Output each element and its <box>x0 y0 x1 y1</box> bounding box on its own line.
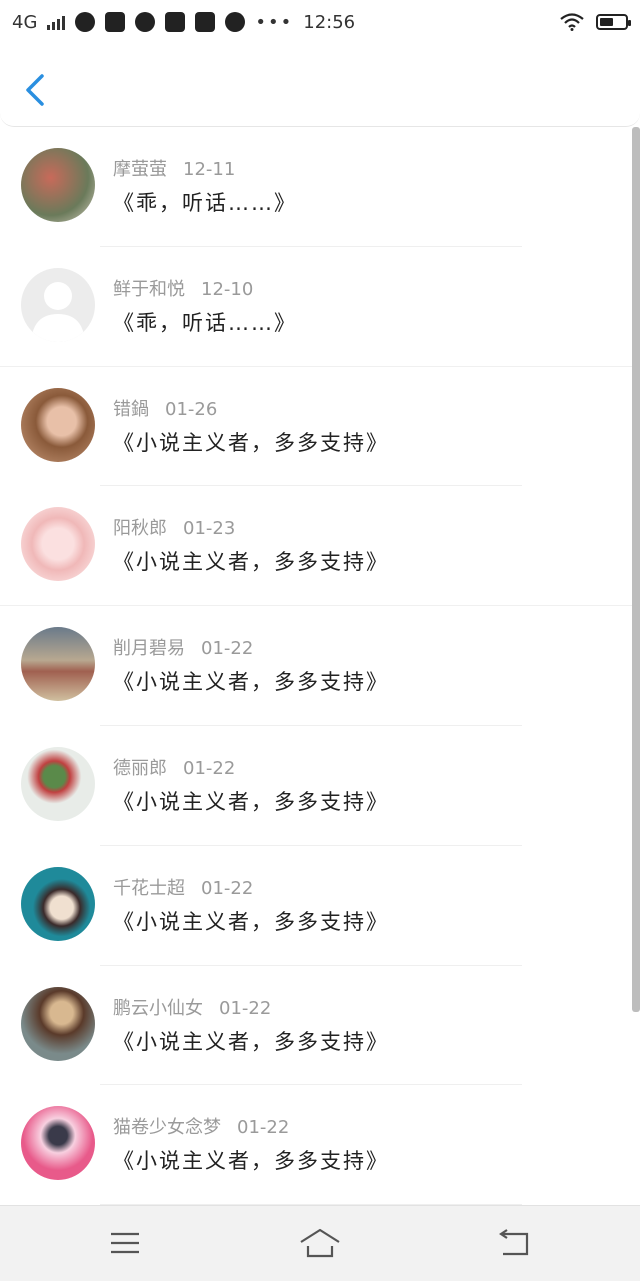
comment-date: 01-22 <box>201 638 254 660</box>
comment-meta: 德丽郎 01-22 <box>113 754 235 780</box>
status-right <box>560 0 631 44</box>
comment-meta: 摩萤萤 12-11 <box>113 155 235 181</box>
user-name[interactable]: 阳秋郎 <box>113 518 167 539</box>
list-item[interactable]: 阳秋郎 01-23 《小说主义者，多多支持》 <box>0 486 632 607</box>
avatar[interactable] <box>21 627 95 702</box>
comment-date: 01-22 <box>219 997 272 1019</box>
list-item[interactable]: 错鍋 01-26 《小说主义者，多多支持》 <box>0 367 632 487</box>
default-avatar-icon <box>31 281 85 342</box>
list-item[interactable]: 德丽郎 01-22 《小说主义者，多多支持》 <box>0 726 632 846</box>
user-name[interactable]: 错鍋 <box>113 399 149 420</box>
comment-text: 《小说主义者，多多支持》 <box>113 789 389 814</box>
comment-date: 01-23 <box>183 518 236 540</box>
comment-text: 《小说主义者，多多支持》 <box>113 430 389 455</box>
avatar[interactable] <box>21 507 95 582</box>
comment-meta: 鲜于和悦 12-10 <box>113 275 253 301</box>
user-name[interactable]: 鹏云小仙女 <box>113 998 203 1019</box>
system-nav-bar <box>0 1205 640 1281</box>
comment-date: 01-22 <box>183 757 236 779</box>
user-name[interactable]: 削月碧易 <box>113 638 185 659</box>
battery-icon <box>596 14 631 30</box>
menu-icon <box>111 1232 139 1254</box>
comment-text: 《小说主义者，多多支持》 <box>113 550 389 575</box>
user-name[interactable]: 德丽郎 <box>113 758 167 779</box>
comment-date: 01-22 <box>201 877 254 899</box>
list-item[interactable]: 削月碧易 01-22 《小说主义者，多多支持》 <box>0 606 632 726</box>
palette-app-icon <box>225 12 246 32</box>
comment-meta: 猫卷少女念梦 01-22 <box>113 1113 289 1139</box>
avatar[interactable] <box>21 148 95 222</box>
list-item[interactable]: 千花士超 01-22 《小说主义者，多多支持》 <box>0 846 632 966</box>
list-item[interactable]: 鲜于和悦 12-10 《乖，听话……》 <box>0 247 632 367</box>
hand-app-icon <box>135 12 156 32</box>
user-name[interactable]: 猫卷少女念梦 <box>113 1117 221 1138</box>
comment-meta: 千花士超 01-22 <box>113 874 253 900</box>
user-name[interactable]: 鲜于和悦 <box>113 279 185 300</box>
app-header <box>0 44 640 127</box>
comment-text: 《小说主义者，多多支持》 <box>113 1149 389 1174</box>
comment-text: 《小说主义者，多多支持》 <box>113 909 389 934</box>
list-item[interactable]: 鹏云小仙女 01-22 《小说主义者，多多支持》 <box>0 966 632 1086</box>
comment-text: 《小说主义者，多多支持》 <box>113 670 389 695</box>
comment-date: 01-22 <box>237 1117 290 1139</box>
comment-date: 01-26 <box>165 398 218 420</box>
comment-meta: 削月碧易 01-22 <box>113 634 253 660</box>
comment-list: 摩萤萤 12-11 《乖，听话……》 鲜于和悦 12-10 《乖，听话……》 错鍋 0… <box>0 127 640 1205</box>
status-left: 4G ••• 12:56 <box>12 0 355 44</box>
signal-icon <box>47 14 66 30</box>
home-icon <box>300 1228 340 1258</box>
comment-text: 《小说主义者，多多支持》 <box>113 1029 389 1054</box>
avatar[interactable] <box>21 1106 95 1181</box>
avatar[interactable] <box>21 866 95 941</box>
status-bar: 4G ••• 12:56 <box>0 0 640 44</box>
s-app-icon <box>165 12 186 32</box>
comment-meta: 鹏云小仙女 01-22 <box>113 994 271 1020</box>
avatar[interactable] <box>21 746 95 821</box>
chevron-left-icon <box>26 74 44 106</box>
menu-button[interactable] <box>105 1224 145 1262</box>
user-name[interactable]: 摩萤萤 <box>113 159 167 180</box>
list-item[interactable]: 猫卷少女念梦 01-22 《小说主义者，多多支持》 <box>0 1085 632 1205</box>
wifi-icon <box>560 13 584 31</box>
user-name[interactable]: 千花士超 <box>113 878 185 899</box>
back-button[interactable] <box>20 72 50 108</box>
list-item[interactable]: 摩萤萤 12-11 《乖，听话……》 <box>0 127 632 247</box>
comment-date: 12-11 <box>183 159 236 180</box>
clock: 12:56 <box>303 11 356 33</box>
comment-text: 《乖，听话……》 <box>113 310 297 335</box>
scrollbar[interactable] <box>632 127 640 1012</box>
comment-meta: 阳秋郎 01-23 <box>113 514 235 540</box>
return-button[interactable] <box>495 1224 535 1262</box>
comment-text: 《乖，听话……》 <box>113 191 297 215</box>
bag-app-icon <box>195 12 216 32</box>
avatar[interactable] <box>21 267 95 342</box>
avatar[interactable] <box>21 387 95 462</box>
image-app-icon <box>105 12 126 32</box>
return-icon <box>499 1229 529 1256</box>
home-button[interactable] <box>298 1224 342 1262</box>
more-notifications-icon: ••• <box>255 11 294 33</box>
avatar[interactable] <box>21 986 95 1061</box>
browser-app-icon <box>75 12 96 32</box>
comment-meta: 错鍋 01-26 <box>113 395 217 421</box>
network-type: 4G <box>12 11 38 33</box>
comment-date: 12-10 <box>201 278 254 300</box>
